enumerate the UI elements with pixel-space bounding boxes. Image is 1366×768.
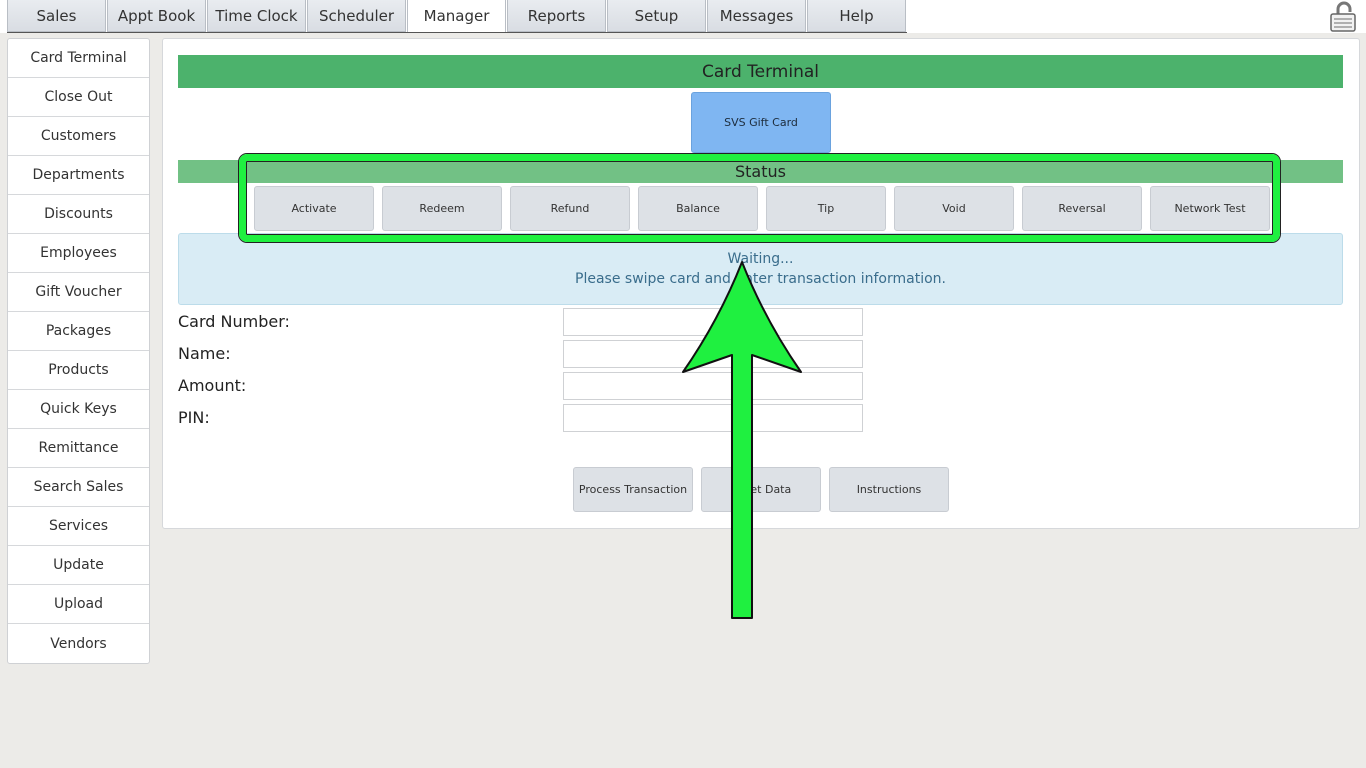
sidebar-item-employees[interactable]: Employees [8, 234, 149, 273]
sidebar-item-customers[interactable]: Customers [8, 117, 149, 156]
status-waiting-text: Waiting... [727, 251, 794, 267]
tab-time-clock[interactable]: Time Clock [207, 0, 306, 32]
name-label: Name: [178, 344, 231, 363]
sidebar-item-departments[interactable]: Departments [8, 156, 149, 195]
status-instruction-text: Please swipe card and enter transaction … [575, 271, 946, 287]
sidebar-item-quick-keys[interactable]: Quick Keys [8, 390, 149, 429]
sidebar: Card Terminal Close Out Customers Depart… [7, 38, 150, 664]
void-button[interactable]: Void [894, 186, 1014, 231]
card-number-label: Card Number: [178, 312, 290, 331]
instructions-button[interactable]: Instructions [829, 467, 949, 512]
sidebar-item-search-sales[interactable]: Search Sales [8, 468, 149, 507]
action-buttons: Activate Redeem Refund Balance Tip Void … [254, 186, 1278, 231]
tab-sales[interactable]: Sales [7, 0, 106, 32]
redeem-button[interactable]: Redeem [382, 186, 502, 231]
name-input[interactable] [563, 340, 863, 368]
activate-button[interactable]: Activate [254, 186, 374, 231]
sidebar-item-remittance[interactable]: Remittance [8, 429, 149, 468]
tab-help[interactable]: Help [807, 0, 906, 32]
sidebar-item-update[interactable]: Update [8, 546, 149, 585]
sidebar-item-gift-voucher[interactable]: Gift Voucher [8, 273, 149, 312]
pin-input[interactable] [563, 404, 863, 432]
process-transaction-button[interactable]: Process Transaction [573, 467, 693, 512]
reset-data-button[interactable]: Reset Data [701, 467, 821, 512]
tab-appt-book[interactable]: Appt Book [107, 0, 206, 32]
svs-gift-card-button[interactable]: SVS Gift Card [691, 92, 831, 153]
refund-button[interactable]: Refund [510, 186, 630, 231]
unlock-icon[interactable] [1328, 1, 1360, 32]
tab-reports[interactable]: Reports [507, 0, 606, 32]
sidebar-item-vendors[interactable]: Vendors [8, 624, 149, 663]
pin-label: PIN: [178, 408, 210, 427]
page-title: Card Terminal [178, 55, 1343, 88]
amount-input[interactable] [563, 372, 863, 400]
status-message-box: Waiting... Please swipe card and enter t… [178, 233, 1343, 305]
status-title: Status [178, 160, 1343, 183]
sidebar-item-products[interactable]: Products [8, 351, 149, 390]
bottom-buttons: Process Transaction Reset Data Instructi… [573, 467, 957, 512]
main-tabs: Sales Appt Book Time Clock Scheduler Man… [7, 0, 907, 33]
tab-setup[interactable]: Setup [607, 0, 706, 32]
reversal-button[interactable]: Reversal [1022, 186, 1142, 231]
sidebar-item-services[interactable]: Services [8, 507, 149, 546]
sidebar-item-discounts[interactable]: Discounts [8, 195, 149, 234]
amount-label: Amount: [178, 376, 247, 395]
tab-scheduler[interactable]: Scheduler [307, 0, 406, 32]
sidebar-item-upload[interactable]: Upload [8, 585, 149, 624]
card-number-input[interactable] [563, 308, 863, 336]
tabs-divider [7, 32, 907, 33]
sidebar-item-card-terminal[interactable]: Card Terminal [8, 39, 149, 78]
tab-messages[interactable]: Messages [707, 0, 806, 32]
network-test-button[interactable]: Network Test [1150, 186, 1270, 231]
top-bar: Sales Appt Book Time Clock Scheduler Man… [0, 0, 1366, 33]
sidebar-item-close-out[interactable]: Close Out [8, 78, 149, 117]
card-terminal-panel: Card Terminal SVS Gift Card Status Activ… [162, 38, 1360, 529]
balance-button[interactable]: Balance [638, 186, 758, 231]
sidebar-item-packages[interactable]: Packages [8, 312, 149, 351]
tab-manager[interactable]: Manager [407, 0, 506, 32]
tip-button[interactable]: Tip [766, 186, 886, 231]
